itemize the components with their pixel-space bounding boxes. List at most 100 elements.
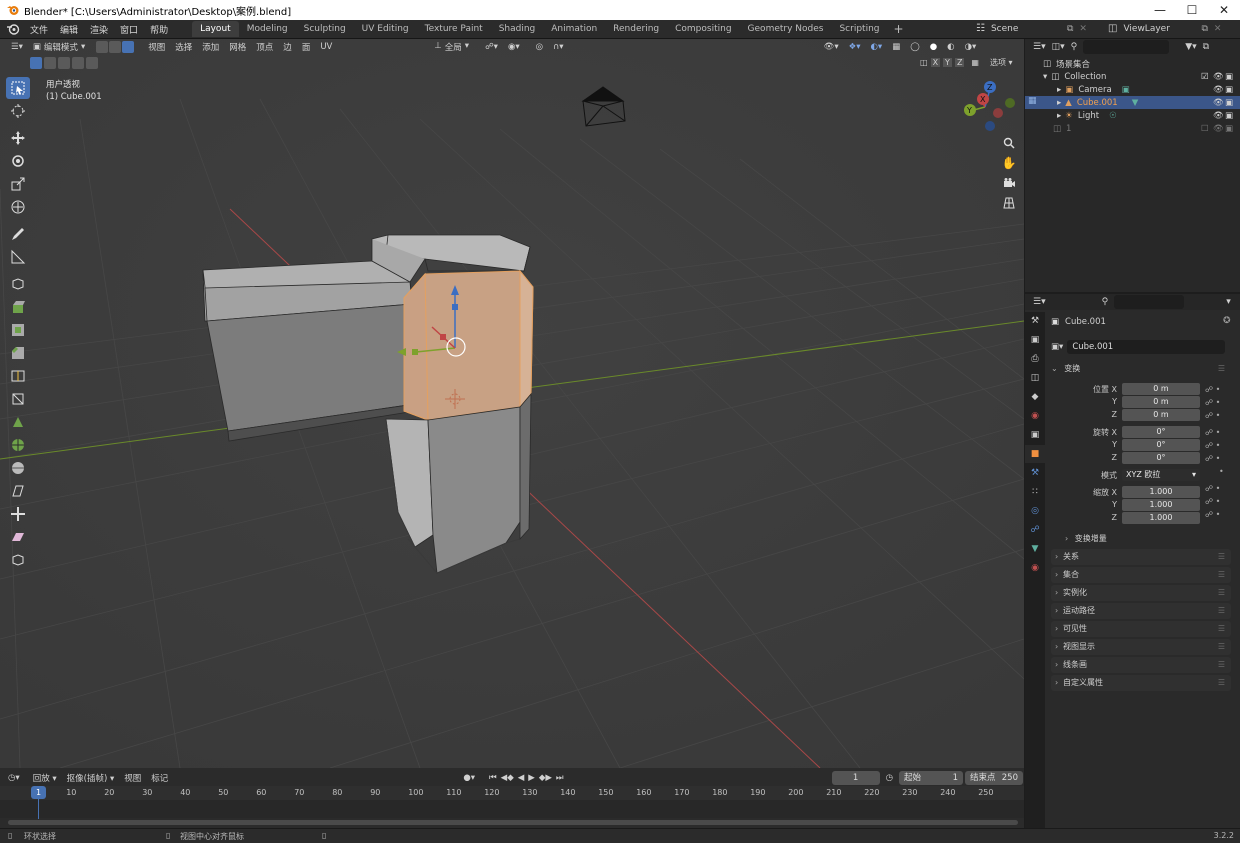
object-tab-icon[interactable]: ■ [1025,445,1045,463]
end-frame-field[interactable]: 结束点 250 [964,771,1023,785]
menu-add[interactable]: 添加 [197,41,224,53]
menu-mesh[interactable]: 网格 [224,41,251,53]
menu-render[interactable]: 渲染 [84,23,114,36]
panel-collections[interactable]: › 集合 ☰ [1051,567,1231,583]
outliner-item-collection[interactable]: ▾ ◫ Collection ☑ 👁 ▣ [1025,70,1240,83]
tab-geometry-nodes[interactable]: Geometry Nodes [740,21,832,37]
wireframe-shading-icon[interactable]: ◯ [905,42,925,52]
panel-relations[interactable]: › 关系 ☰ [1051,549,1231,565]
expand-arrow-icon[interactable]: ▸ [1057,85,1061,95]
view-layer-tab-icon[interactable]: ◫ [1025,369,1045,387]
tool-tab-icon[interactable]: ⚒ [1025,312,1045,330]
select-subtract-button[interactable] [58,57,70,69]
outliner-root[interactable]: ◫ 场景集合 [1025,57,1240,70]
object-name-field[interactable]: Cube.001 [1067,340,1226,354]
visibility-icon[interactable]: 👁▾ [819,42,844,52]
physics-tab-icon[interactable]: ◎ [1025,502,1045,520]
tab-animation[interactable]: Animation [543,21,605,37]
material-shading-icon[interactable]: ◐ [942,42,959,52]
snap-icon[interactable]: ◉▾ [503,42,525,52]
lock-icon[interactable]: ☍ • [1205,482,1224,495]
navigation-gizmo[interactable]: Z Y X [958,79,1018,137]
remove-view-layer-icon[interactable]: ✕ [1214,24,1222,34]
orientation-selector[interactable]: ⊥ 全局 ▾ [429,41,474,53]
eye-icon[interactable]: 👁 [1213,98,1224,108]
playhead[interactable]: 1 [31,786,46,799]
select-new-button[interactable] [30,57,42,69]
new-collection-icon[interactable]: ⧉ [1203,42,1209,52]
location-y-field[interactable]: 0 m [1122,396,1200,408]
tab-sculpting[interactable]: Sculpting [296,21,354,37]
panel-line-art[interactable]: › 线条画 ☰ [1051,657,1231,673]
location-x-field[interactable]: 0 m [1122,383,1200,395]
material-tab-icon[interactable]: ◉ [1025,559,1045,577]
lock-icon[interactable]: ☍ • [1205,452,1224,465]
mirror-y[interactable]: Y [943,58,952,67]
view-layer-icon[interactable]: ◫ [1108,23,1117,34]
solid-shading-icon[interactable]: ● [925,42,942,52]
tab-texture-paint[interactable]: Texture Paint [417,21,491,37]
pan-hand-icon[interactable]: ✋ [1000,154,1018,172]
properties-editor-icon[interactable]: ☰▾ [1033,297,1046,307]
rotation-y-field[interactable]: 0° [1122,439,1200,451]
scale-x-field[interactable]: 1.000 [1122,486,1200,498]
eye-icon[interactable]: 👁 [1213,124,1224,134]
poly-build-tool[interactable] [6,411,30,433]
panel-instancing[interactable]: › 实例化 ☰ [1051,585,1231,601]
lock-icon[interactable]: ☍ • [1205,495,1224,508]
proportional-edit-icon[interactable]: ◎ [531,42,548,52]
expand-arrow-icon[interactable]: ▾ [1043,72,1047,82]
editor-type-icon[interactable]: ☰▾ [6,42,28,52]
menu-edge[interactable]: 边 [278,41,297,53]
spin-tool[interactable] [6,434,30,456]
play-reverse-button[interactable]: ◀ [518,773,525,783]
tab-uv-editing[interactable]: UV Editing [354,21,417,37]
camera-render-icon[interactable]: ▣ [1225,72,1233,82]
current-frame-field[interactable]: 1 [831,771,880,785]
maximize-icon[interactable]: ☐ [1176,0,1208,20]
grid-icon[interactable]: ▦ [971,58,979,67]
cursor-tool[interactable] [6,100,30,122]
camera-render-icon[interactable]: ▣ [1225,98,1233,108]
mirror-icon[interactable]: ◫ [920,58,928,67]
inset-tool[interactable] [6,319,30,341]
data-tab-icon[interactable]: ▼ [1025,540,1045,558]
rip-region-tool[interactable] [6,549,30,571]
shear-tool[interactable] [6,526,30,548]
frame-area[interactable] [0,800,1024,818]
checkbox-icon[interactable]: ☑ [1201,72,1209,82]
outliner-item-cube[interactable]: ▸ ▲ Cube.001 ▼ 👁 ▣ [1025,96,1240,109]
eye-icon[interactable]: 👁 [1213,111,1224,121]
jump-end-button[interactable]: ⏭ [556,773,564,783]
shrink-fatten-tool[interactable] [6,503,30,525]
annotate-tool[interactable] [6,223,30,245]
camera-render-icon[interactable]: ▣ [1225,85,1233,95]
menu-timeline-view[interactable]: 视图 [119,772,146,784]
extrude-tool[interactable] [6,296,30,318]
render-tab-icon[interactable]: ▣ [1025,331,1045,349]
next-keyframe-button[interactable]: ◆▶ [539,773,552,783]
transform-panel-header[interactable]: ⌄ 变换 ☰ [1051,362,1231,376]
expand-arrow-icon[interactable]: ▸ [1057,111,1061,121]
lock-icon[interactable]: ☍ • [1205,396,1224,409]
tab-layout[interactable]: Layout [192,21,239,37]
lock-icon[interactable]: ☍ • [1205,439,1224,452]
scale-z-field[interactable]: 1.000 [1122,512,1200,524]
start-frame-field[interactable]: 起始 1 [898,771,963,785]
chevron-down-icon[interactable]: ▾ [1226,297,1231,307]
output-tab-icon[interactable]: ⎙ [1025,350,1045,368]
select-extend-button[interactable] [44,57,56,69]
auto-keying-button[interactable]: ●▾ [463,773,475,783]
face-select-button[interactable] [122,41,135,53]
display-mode-icon[interactable]: ◫▾ [1052,42,1065,52]
camera-view-icon[interactable] [1000,174,1018,192]
pin-icon[interactable]: ✪ [1223,316,1231,326]
timeline-scrollbar[interactable] [8,820,1018,825]
scene-icon[interactable]: ☷ [976,23,985,34]
tab-compositing[interactable]: Compositing [667,21,739,37]
mirror-x[interactable]: X [930,58,941,67]
panel-custom-properties[interactable]: › 自定义属性 ☰ [1051,675,1231,691]
transform-tool[interactable] [6,196,30,218]
world-tab-icon[interactable]: ◉ [1025,407,1045,425]
menu-help[interactable]: 帮助 [144,23,174,36]
